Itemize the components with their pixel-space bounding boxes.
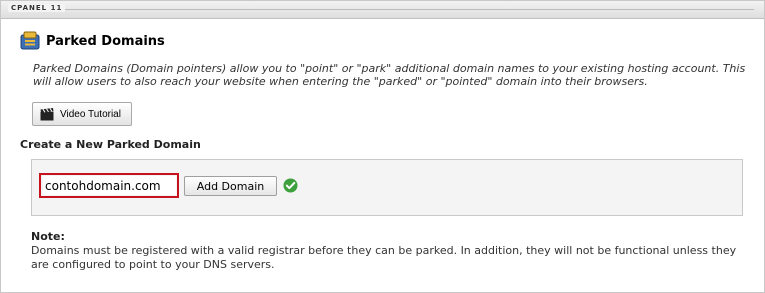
top-bar: CPANEL 11	[1, 1, 764, 19]
clapperboard-icon	[40, 107, 54, 120]
create-section-title: Create a New Parked Domain	[20, 138, 201, 151]
note-label: Note:	[31, 230, 65, 243]
top-bar-line	[56, 9, 754, 10]
new-domain-input[interactable]	[43, 176, 176, 195]
brand-label: CPANEL 11	[8, 4, 66, 12]
video-tutorial-label: Video Tutorial	[60, 108, 121, 120]
page-header: Parked Domains	[20, 31, 165, 51]
note-text: Domains must be registered with a valid …	[31, 244, 737, 271]
page-description: Parked Domains (Domain pointers) allow y…	[33, 62, 746, 88]
add-domain-button[interactable]: Add Domain	[184, 176, 277, 196]
page-title: Parked Domains	[46, 33, 165, 49]
parked-domains-icon	[20, 31, 40, 50]
video-tutorial-button[interactable]: Video Tutorial	[32, 102, 132, 126]
checkmark-icon	[283, 178, 298, 193]
